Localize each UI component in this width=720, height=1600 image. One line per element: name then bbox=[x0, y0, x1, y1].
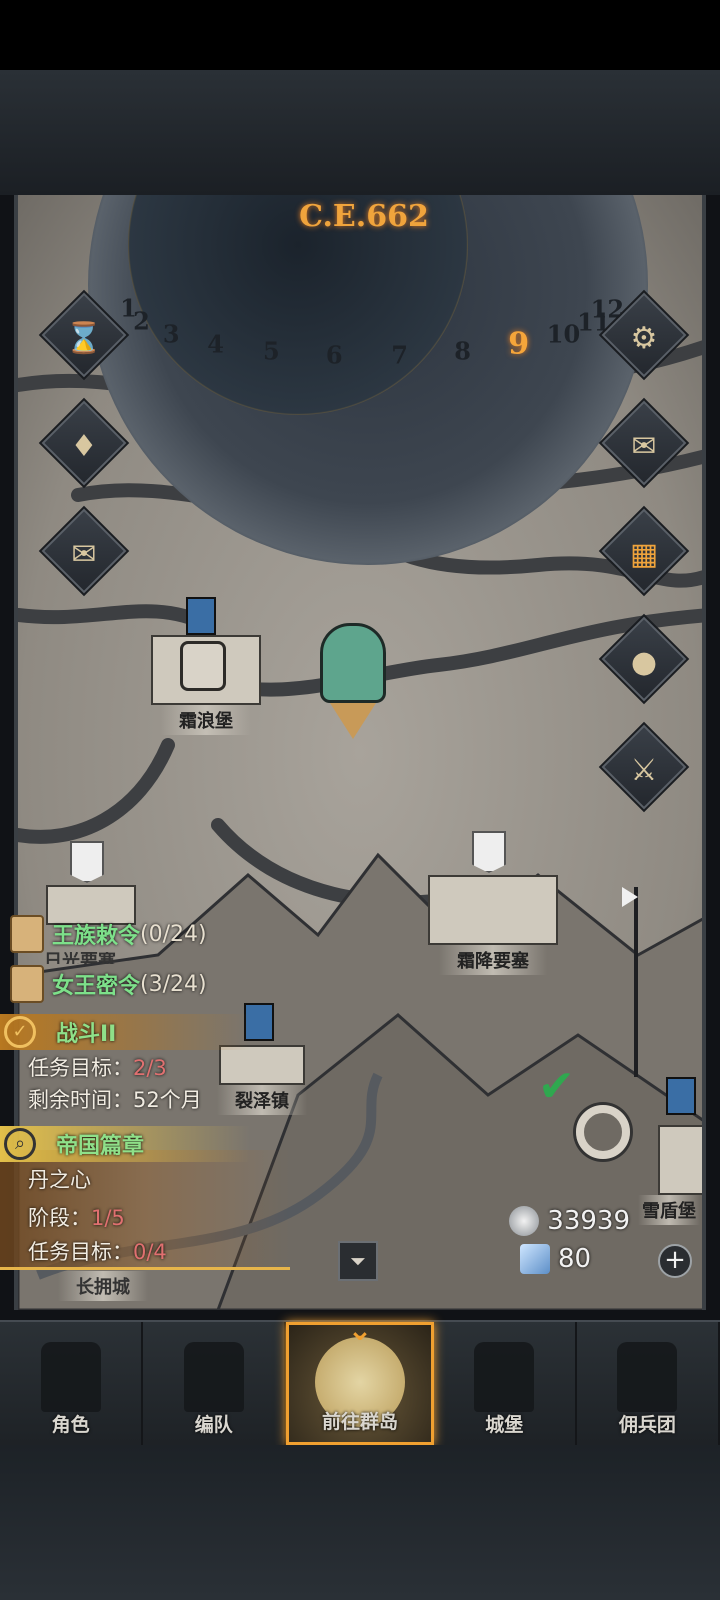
chevron-down-icon: ⏷ bbox=[350, 1249, 366, 1273]
battle-target-line: 任务目标：2/3 bbox=[28, 1052, 167, 1082]
battle-time-line: 剩余时间：52个月 bbox=[28, 1084, 202, 1114]
quest-title: 王族敕令 bbox=[52, 924, 141, 949]
month-9: 9 bbox=[508, 326, 530, 362]
crystal-icon bbox=[520, 1244, 550, 1274]
mercenary-sword-icon bbox=[617, 1342, 678, 1412]
helmet-icon bbox=[183, 1342, 244, 1412]
target-value: 0/4 bbox=[133, 1240, 167, 1264]
money-bag-icon: ♦ bbox=[70, 428, 98, 464]
quest-title: 女王密令 bbox=[52, 974, 141, 999]
location-shuangjiang[interactable]: 霜降要塞 bbox=[418, 875, 568, 975]
location-xuedun[interactable]: 雪盾堡 bbox=[638, 1195, 702, 1225]
stage-value: 1/5 bbox=[91, 1206, 125, 1230]
chapter-target-line: 任务目标：0/4 bbox=[28, 1236, 167, 1266]
nav-formation[interactable]: 编队 bbox=[143, 1322, 287, 1445]
nav-go-archipelago[interactable]: ⌄ 前往群岛 bbox=[286, 1313, 434, 1445]
location-label: 裂泽镇 bbox=[217, 1085, 307, 1115]
grid-window-icon: ▦ bbox=[629, 536, 659, 572]
crystal-amount: 80 bbox=[558, 1244, 592, 1274]
add-currency-button[interactable]: + bbox=[658, 1244, 692, 1278]
target-label: 任务目标： bbox=[28, 1240, 133, 1264]
target-value: 2/3 bbox=[133, 1056, 167, 1080]
month-4: 4 bbox=[207, 329, 224, 359]
scroll-icon: ✉ bbox=[71, 536, 97, 572]
white-banner-flag bbox=[70, 841, 104, 883]
knight-icon bbox=[40, 1342, 101, 1412]
chevron-down-icon: ⌄ bbox=[347, 1313, 373, 1348]
chapter-subtitle: 丹之心 bbox=[28, 1168, 91, 1192]
decree-scroll-icon bbox=[10, 915, 44, 953]
top-frame bbox=[0, 70, 720, 195]
bottom-navigation: 角色 编队 ⌄ 前往群岛 城堡 佣兵团 bbox=[0, 1313, 720, 1445]
quest-royal-decree[interactable]: 王族敕令 (0/24) bbox=[10, 914, 207, 954]
nav-castle[interactable]: 城堡 bbox=[434, 1322, 577, 1445]
stage-label: 阶段： bbox=[28, 1206, 91, 1230]
location-changyong[interactable]: 长拥城 bbox=[58, 1271, 148, 1301]
month-2: 2 bbox=[133, 306, 150, 336]
collapse-panel-button[interactable]: ⏷ bbox=[338, 1241, 378, 1281]
nav-label: 城堡 bbox=[485, 1414, 524, 1436]
nav-label: 前往群岛 bbox=[322, 1411, 399, 1433]
locate-button[interactable] bbox=[554, 1099, 650, 1169]
hourglass-icon: ⌛ bbox=[65, 320, 103, 356]
battle-title: 战斗II bbox=[56, 1022, 117, 1047]
silver-amount: 33939 bbox=[547, 1206, 630, 1236]
month-7: 7 bbox=[391, 340, 408, 370]
lock-icon bbox=[180, 641, 226, 691]
partial-location-label: 日光要塞 bbox=[44, 952, 116, 964]
castle-icon bbox=[474, 1342, 535, 1412]
location-label: 长拥城 bbox=[58, 1271, 148, 1301]
blue-banner-flag bbox=[186, 597, 216, 635]
white-banner-flag bbox=[472, 831, 506, 873]
quest-count: (3/24) bbox=[140, 971, 207, 997]
month-5: 5 bbox=[262, 336, 280, 366]
town-icon bbox=[219, 1045, 305, 1085]
chapter-title: 帝国篇章 bbox=[56, 1134, 145, 1159]
mail-icon: ✉ bbox=[631, 428, 657, 464]
month-8: 8 bbox=[454, 336, 471, 366]
target-label: 任务目标： bbox=[28, 1056, 133, 1080]
nav-character[interactable]: 角色 bbox=[0, 1322, 144, 1445]
nav-label: 角色 bbox=[51, 1414, 90, 1436]
month-6: 6 bbox=[325, 340, 343, 369]
calendar-year: C.E.662 bbox=[299, 199, 429, 234]
plus-icon: + bbox=[664, 1245, 686, 1275]
time-value: 52个月 bbox=[133, 1088, 202, 1112]
blue-banner-flag bbox=[666, 1077, 696, 1115]
location-label: 霜浪堡 bbox=[161, 705, 251, 735]
location-label: 霜降要塞 bbox=[439, 945, 547, 975]
month-10: 10 bbox=[546, 319, 581, 349]
chapter-quest-header[interactable]: ⌕ 帝国篇章 bbox=[0, 1126, 250, 1162]
location-label: 雪盾堡 bbox=[638, 1195, 700, 1225]
helmet-sword-icon: ⚔ bbox=[630, 752, 658, 788]
status-bar bbox=[0, 0, 720, 70]
flag-pole bbox=[634, 887, 638, 1077]
order-scroll-icon bbox=[10, 965, 44, 1003]
crystal-currency: 80 bbox=[520, 1244, 591, 1274]
partial-castle-icon bbox=[658, 1125, 702, 1195]
quest-count: (0/24) bbox=[140, 921, 207, 947]
chapter-stage-line: 阶段：1/5 bbox=[28, 1202, 125, 1232]
bottom-frame bbox=[0, 1445, 720, 1600]
silver-coin-icon bbox=[509, 1206, 540, 1236]
target-check-icon: ✓ bbox=[4, 1016, 36, 1048]
coin-icon: ● bbox=[630, 644, 658, 680]
search-icon: ⌕ bbox=[4, 1128, 36, 1160]
fortress-icon bbox=[428, 875, 558, 945]
nav-label: 佣兵团 bbox=[618, 1414, 676, 1436]
settings-gear-icon: ⚙ bbox=[630, 320, 658, 356]
time-label: 剩余时间： bbox=[28, 1088, 133, 1112]
location-shuanglang[interactable]: 霜浪堡 bbox=[144, 635, 268, 735]
nav-mercenary[interactable]: 佣兵团 bbox=[577, 1322, 720, 1445]
crosshair-icon bbox=[576, 1105, 630, 1159]
quest-queen-order[interactable]: 女王密令 (3/24) bbox=[10, 964, 207, 1004]
month-3: 3 bbox=[162, 319, 180, 349]
nav-label: 编队 bbox=[194, 1414, 233, 1436]
silver-currency: 33939 bbox=[509, 1206, 630, 1236]
battle-quest-header[interactable]: ✓ 战斗II bbox=[0, 1014, 250, 1050]
location-lieze[interactable]: 裂泽镇 bbox=[202, 1045, 322, 1115]
player-helmet-marker[interactable] bbox=[320, 623, 386, 745]
pole-flag-icon bbox=[622, 887, 638, 907]
